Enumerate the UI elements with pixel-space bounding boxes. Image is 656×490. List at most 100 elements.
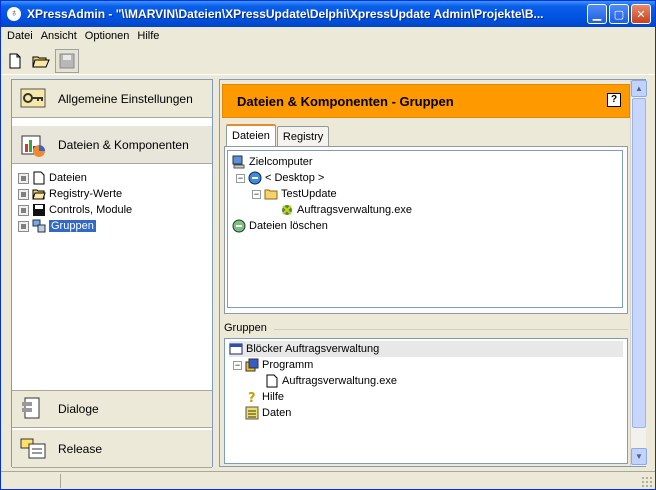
tree-item-dateien[interactable]: Dateien — [18, 170, 208, 186]
target-tree: Zielcomputer − < Desktop > − TestUpdate … — [227, 150, 623, 308]
collapse-icon[interactable]: − — [252, 189, 261, 199]
main-window: ♁ XPressAdmin - "\\MARVIN\Dateien\XPress… — [0, 0, 656, 490]
help-question-icon: ? — [248, 391, 256, 404]
tree-item-label: Registry-Werte — [49, 188, 123, 200]
tree-item-blocker[interactable]: Blöcker Auftragsverwaltung — [229, 341, 623, 357]
tree-item-delete-files[interactable]: Dateien löschen — [232, 218, 618, 234]
vertical-scrollbar[interactable]: ▲ ▼ — [630, 80, 647, 466]
section-title: Dateien & Komponenten - Gruppen — [237, 93, 454, 109]
new-file-button[interactable] — [3, 49, 27, 73]
disk-icon — [33, 204, 45, 216]
save-button[interactable] — [55, 48, 79, 73]
nav-general-settings[interactable]: Allgemeine Einstellungen — [12, 80, 212, 118]
status-bar — [1, 471, 655, 489]
nav-general-label: Allgemeine Einstellungen — [58, 91, 193, 106]
nav-files-components[interactable]: Dateien & Komponenten — [12, 126, 212, 164]
nav-dialogs[interactable]: Dialoge — [12, 390, 212, 428]
tree-item-exe[interactable]: Auftragsverwaltung.exe — [232, 202, 618, 218]
menu-bar: Datei Ansicht Optionen Hilfe — [1, 27, 655, 45]
checkbox[interactable] — [18, 204, 29, 216]
help-icon[interactable]: ? — [607, 93, 621, 107]
tree-item-label: Programm — [262, 359, 314, 371]
tree-item-label: Auftragsverwaltung.exe — [297, 204, 412, 216]
new-file-icon — [9, 53, 21, 68]
close-button[interactable]: ✕ — [631, 4, 651, 24]
tree-item-program-exe[interactable]: Auftragsverwaltung.exe — [229, 373, 623, 389]
window-title: XPressAdmin - "\\MARVIN\Dateien\XPressUp… — [27, 7, 544, 21]
folder-icon — [264, 189, 278, 200]
tree-item-label: Dateien — [49, 172, 87, 184]
checkbox[interactable] — [18, 220, 29, 232]
scroll-thumb[interactable] — [632, 98, 646, 428]
tree-item-label: Daten — [262, 407, 292, 419]
tree-item-gruppen[interactable]: Gruppen — [18, 218, 208, 234]
svg-text:?: ? — [248, 391, 256, 404]
tree-item-help[interactable]: ? Hilfe — [229, 389, 623, 405]
chart-components-icon — [21, 135, 45, 157]
toolbar — [1, 47, 655, 75]
window-icon — [229, 343, 243, 355]
status-segment — [3, 474, 61, 488]
nav-dialogs-label: Dialoge — [58, 402, 99, 416]
resize-grip-icon[interactable] — [641, 476, 653, 488]
tree-item-label: Dateien löschen — [249, 220, 328, 232]
tree-item-label: Gruppen — [49, 220, 96, 232]
tree-item-target[interactable]: Zielcomputer — [232, 154, 618, 170]
tree-item-label: Blöcker Auftragsverwaltung — [246, 343, 380, 355]
tree-item-program[interactable]: − Programm — [229, 357, 623, 373]
program-icon — [245, 358, 259, 372]
menu-optionen[interactable]: Optionen — [81, 30, 134, 42]
tab-registry[interactable]: Registry — [276, 126, 330, 146]
dialogs-icon — [22, 397, 40, 419]
save-disk-icon — [59, 53, 75, 68]
collapse-icon[interactable]: − — [236, 173, 245, 183]
app-icon: ♁ — [7, 7, 21, 21]
tree-item-label: Auftragsverwaltung.exe — [282, 375, 397, 387]
tree-item-data[interactable]: Daten — [229, 405, 623, 421]
computer-icon — [232, 155, 245, 169]
menu-hilfe[interactable]: Hilfe — [133, 30, 163, 42]
content-panel: Dateien & Komponenten - Gruppen ? Dateie… — [219, 79, 647, 467]
nav-release-label: Release — [58, 441, 103, 456]
scroll-up-icon[interactable]: ▲ — [631, 80, 647, 97]
data-icon — [245, 406, 259, 420]
tree-item-controls[interactable]: Controls, Module — [18, 202, 208, 218]
tree-item-folder[interactable]: − TestUpdate — [232, 186, 618, 202]
file-icon — [33, 171, 45, 185]
tree-item-registry[interactable]: Registry-Werte — [18, 186, 208, 202]
key-icon — [20, 88, 46, 107]
application-icon — [282, 205, 292, 215]
groups-icon — [32, 219, 46, 233]
desktop-icon — [248, 171, 262, 185]
tree-item-label: Zielcomputer — [249, 156, 313, 168]
tab-strip: Dateien Registry — [226, 124, 330, 146]
tree-item-desktop[interactable]: − < Desktop > — [232, 170, 618, 186]
groups-tree: Blöcker Auftragsverwaltung − Programm Au… — [224, 338, 628, 464]
checkbox[interactable] — [18, 172, 29, 184]
title-bar[interactable]: ♁ XPressAdmin - "\\MARVIN\Dateien\XPress… — [1, 1, 655, 27]
open-folder-button[interactable] — [29, 49, 53, 73]
groups-label: Gruppen — [224, 322, 270, 334]
release-icon — [20, 438, 46, 458]
tab-dateien[interactable]: Dateien — [226, 124, 276, 146]
tab-content: Zielcomputer − < Desktop > − TestUpdate … — [224, 146, 628, 314]
checkbox[interactable] — [18, 188, 29, 200]
delete-files-icon — [232, 219, 246, 233]
left-navigation-panel: Allgemeine Einstellungen Dateien & Kompo… — [11, 79, 213, 468]
maximize-button[interactable]: ▢ — [609, 4, 629, 24]
tree-item-label: Hilfe — [262, 391, 285, 403]
open-folder-icon — [32, 56, 50, 67]
groupbox-line — [274, 329, 628, 330]
nav-release[interactable]: Release — [12, 430, 212, 468]
section-header: Dateien & Komponenten - Gruppen ? — [222, 84, 630, 118]
open-folder-icon — [32, 189, 46, 200]
collapse-icon[interactable]: − — [233, 360, 242, 370]
file-icon — [266, 374, 278, 388]
menu-datei[interactable]: Datei — [3, 30, 37, 42]
menu-ansicht[interactable]: Ansicht — [37, 30, 81, 42]
tree-item-label: TestUpdate — [281, 188, 337, 200]
minimize-button[interactable]: ▁ — [587, 4, 607, 24]
tree-item-label: < Desktop > — [265, 172, 325, 184]
nav-files-label: Dateien & Komponenten — [58, 137, 189, 152]
scroll-down-icon[interactable]: ▼ — [631, 448, 647, 465]
